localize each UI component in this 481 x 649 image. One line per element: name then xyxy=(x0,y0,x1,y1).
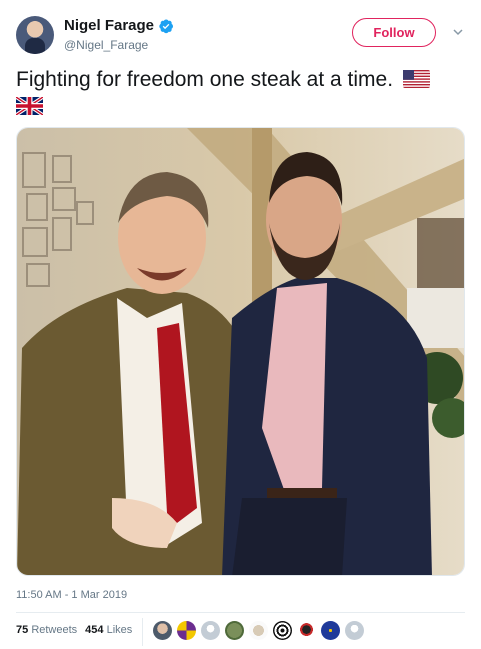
photo-scene xyxy=(17,128,464,575)
tweet-header: Nigel Farage @Nigel_Farage Follow xyxy=(16,14,465,56)
liker-avatars xyxy=(153,621,364,640)
liker-avatar-4[interactable] xyxy=(225,621,244,640)
liker-avatar-1[interactable] xyxy=(153,621,172,640)
stats-divider xyxy=(142,618,143,646)
liker-avatar-9[interactable] xyxy=(345,621,364,640)
retweets-label: Retweets xyxy=(31,624,78,636)
tweet-photo[interactable] xyxy=(16,127,465,576)
liker-avatar-5[interactable] xyxy=(249,621,268,640)
divider xyxy=(16,612,465,613)
chevron-down-icon[interactable] xyxy=(452,26,464,38)
tweet-text: Fighting for freedom one steak at a time… xyxy=(16,66,466,120)
liker-avatar-8[interactable] xyxy=(321,621,340,640)
likes-count: 454 xyxy=(85,624,104,636)
user-avatar[interactable] xyxy=(16,16,54,54)
verified-badge-icon xyxy=(159,19,174,33)
name-row: Nigel Farage xyxy=(64,17,174,34)
user-handle[interactable]: @Nigel_Farage xyxy=(64,38,148,52)
liker-avatar-2[interactable] xyxy=(177,621,196,640)
retweets-count: 75 xyxy=(16,624,29,636)
likes-label: Likes xyxy=(106,624,133,636)
likes-stat[interactable]: 454 Likes xyxy=(85,624,132,636)
liker-avatar-3[interactable] xyxy=(201,621,220,640)
liker-avatar-7[interactable] xyxy=(297,621,316,640)
tweet-timestamp[interactable]: 11:50 AM - 1 Mar 2019 xyxy=(16,589,127,601)
display-name[interactable]: Nigel Farage xyxy=(64,17,154,34)
retweets-stat[interactable]: 75 Retweets xyxy=(16,624,77,636)
tweet-text-content: Fighting for freedom one steak at a time… xyxy=(16,68,394,91)
tweet-stats: 75 Retweets 454 Likes xyxy=(16,624,132,636)
liker-avatar-6[interactable] xyxy=(273,621,292,640)
follow-button[interactable]: Follow xyxy=(352,18,436,47)
us-flag-icon xyxy=(402,70,430,88)
uk-flag-icon xyxy=(16,97,43,115)
